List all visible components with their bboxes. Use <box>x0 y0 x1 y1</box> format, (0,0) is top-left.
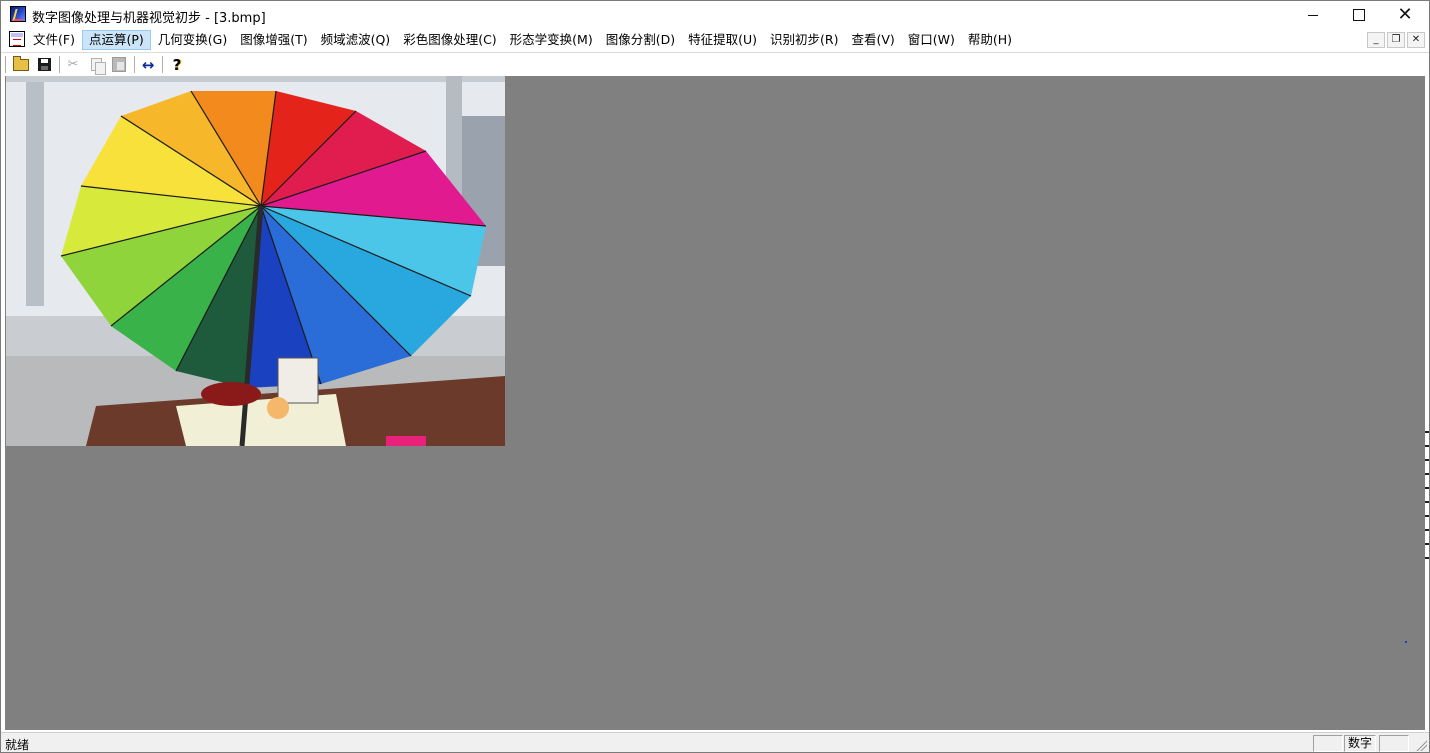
menu-help[interactable]: 帮助(H) <box>962 30 1018 50</box>
toolbar-separator <box>162 56 163 73</box>
status-pane-num: 数字 <box>1344 735 1377 752</box>
image-canvas[interactable] <box>6 76 505 446</box>
menu-color[interactable]: 彩色图像处理(C) <box>397 30 502 50</box>
window-title: 数字图像处理与机器视觉初步 - [3.bmp] <box>32 11 266 26</box>
resize-grip-icon[interactable] <box>1415 739 1427 751</box>
copy-button[interactable] <box>86 55 106 75</box>
menu-bar: 文件(F) 点运算(P) 几何变换(G) 图像增强(T) 频域滤波(Q) 彩色图… <box>1 29 1429 51</box>
paste-button[interactable] <box>109 55 129 74</box>
copy-icon <box>90 58 106 75</box>
menu-view[interactable]: 查看(V) <box>845 30 900 50</box>
menu-point-ops[interactable]: 点运算(P) <box>81 30 151 50</box>
help-button[interactable]: ? <box>167 55 187 74</box>
menu-freq-filter[interactable]: 频域滤波(Q) <box>315 30 397 50</box>
save-button[interactable] <box>34 55 54 74</box>
menu-recognition[interactable]: 识别初步(R) <box>764 30 844 50</box>
open-button[interactable] <box>11 55 31 74</box>
status-bar: 就绪 数字 <box>1 732 1429 752</box>
paste-icon <box>112 57 126 72</box>
status-pane-empty <box>1379 735 1409 752</box>
menu-enhance[interactable]: 图像增强(T) <box>234 30 313 50</box>
mdi-client-area[interactable] <box>5 76 1425 730</box>
scroll-artifacts <box>1425 431 1429 561</box>
cut-button[interactable]: ✂ <box>63 55 83 74</box>
save-icon <box>37 58 51 71</box>
mdi-controls: _ ❐ ✕ <box>1365 32 1425 48</box>
mdi-restore-button[interactable]: ❐ <box>1387 32 1405 48</box>
menu-morphology[interactable]: 形态学变换(M) <box>504 30 599 50</box>
toolbar-grip[interactable] <box>5 56 9 73</box>
app-icon[interactable] <box>10 6 26 22</box>
close-icon: ✕ <box>1397 4 1413 25</box>
help-icon: ? <box>172 55 182 74</box>
status-pane-empty <box>1313 735 1343 752</box>
menu-segmentation[interactable]: 图像分割(D) <box>600 30 681 50</box>
menu-geometric[interactable]: 几何变换(G) <box>152 30 233 50</box>
mdi-minimize-button[interactable]: _ <box>1367 32 1385 48</box>
open-icon <box>13 55 29 71</box>
toolbar-separator <box>134 56 135 73</box>
umbrella-photo <box>6 76 505 446</box>
minimize-button[interactable] <box>1290 1 1336 29</box>
swap-arrows-icon: ↔ <box>141 55 155 74</box>
app-window: 数字图像处理与机器视觉初步 - [3.bmp] ✕ 文件(F) 点运算(P) 几… <box>0 0 1430 753</box>
minimize-icon <box>1308 14 1318 16</box>
document-icon[interactable] <box>9 31 25 47</box>
menu-items: 文件(F) 点运算(P) 几何变换(G) 图像增强(T) 频域滤波(Q) 彩色图… <box>27 29 1019 51</box>
maximize-icon <box>1353 9 1365 21</box>
menu-features[interactable]: 特征提取(U) <box>682 30 763 50</box>
close-button[interactable]: ✕ <box>1382 1 1428 29</box>
maximize-button[interactable] <box>1336 1 1382 29</box>
toolbar-separator <box>59 56 60 73</box>
swap-button[interactable]: ↔ <box>138 55 158 74</box>
toolbar: ✂ ↔ ? <box>1 52 1429 76</box>
mdi-close-button[interactable]: ✕ <box>1407 32 1425 48</box>
status-message: 就绪 <box>5 738 30 752</box>
cut-icon: ✂ <box>67 57 79 72</box>
menu-window[interactable]: 窗口(W) <box>902 30 961 50</box>
menu-file[interactable]: 文件(F) <box>27 30 81 50</box>
cursor-dot <box>1405 641 1407 643</box>
title-bar[interactable]: 数字图像处理与机器视觉初步 - [3.bmp] ✕ <box>1 1 1429 29</box>
